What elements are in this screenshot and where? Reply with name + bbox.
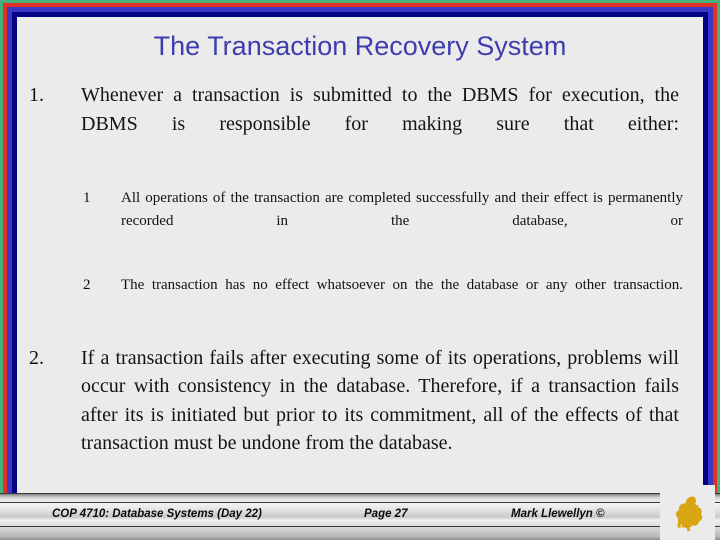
sub-list-item-marker: 2: [83, 276, 91, 293]
slide-footer: COP 4710: Database Systems (Day 22) Page…: [0, 493, 720, 540]
slide: The Transaction Recovery System 1. Whene…: [0, 0, 720, 540]
footer-divider: [0, 526, 720, 527]
list-item: 2. If a transaction fails after executin…: [17, 344, 703, 458]
list-item-text: If a transaction fails after executing s…: [81, 346, 679, 455]
sub-list-item-text: The transaction has no effect whatsoever…: [121, 276, 683, 293]
footer-page-number: Page 27: [364, 508, 408, 520]
list-item-marker: 2.: [29, 346, 44, 369]
footer-text-row: COP 4710: Database Systems (Day 22) Page…: [0, 502, 720, 526]
footer-divider: [0, 493, 720, 494]
slide-content-area: The Transaction Recovery System 1. Whene…: [17, 17, 703, 523]
sub-list-item: 2 The transaction has no effect whatsoev…: [17, 274, 703, 320]
sub-list-item-marker: 1: [83, 189, 91, 206]
list-item-text: Whenever a transaction is submitted to t…: [81, 84, 679, 135]
ucf-pegasus-logo: [660, 485, 715, 540]
footer-course-label: COP 4710: Database Systems (Day 22): [52, 508, 262, 520]
sub-list-item: 1 All operations of the transaction are …: [17, 187, 703, 256]
footer-author-label: Mark Llewellyn ©: [511, 508, 605, 520]
list-item: 1. Whenever a transaction is submitted t…: [17, 81, 703, 167]
sub-list-item-text: All operations of the transaction are co…: [121, 189, 683, 229]
list-item-marker: 1.: [29, 84, 44, 106]
slide-title: The Transaction Recovery System: [153, 31, 567, 61]
slide-body: 1. Whenever a transaction is submitted t…: [17, 81, 703, 464]
